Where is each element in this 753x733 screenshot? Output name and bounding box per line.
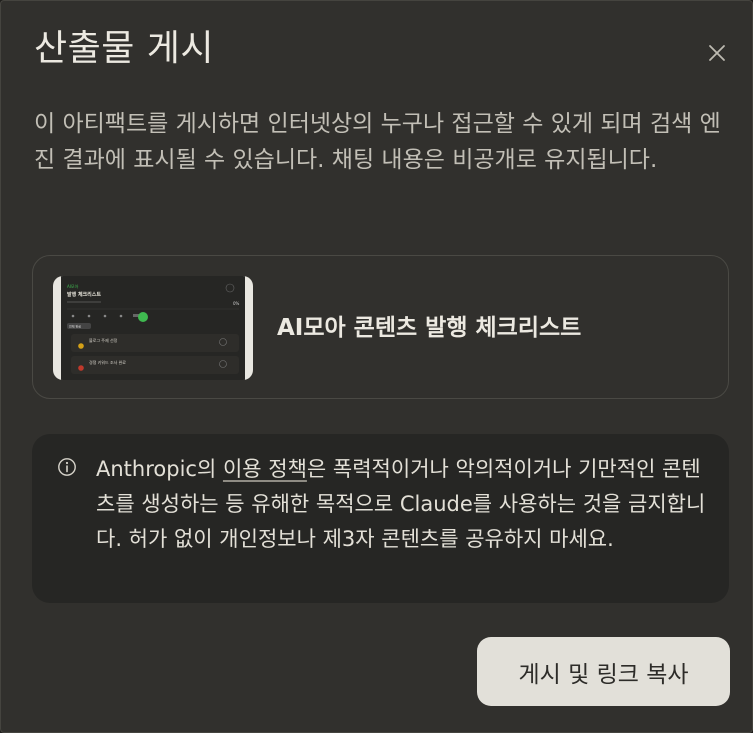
close-button[interactable] [701, 37, 733, 69]
usage-policy-link[interactable]: 이용 정책 [223, 457, 307, 481]
thumbnail-row1: 블로그 주제 선정 [89, 337, 118, 343]
info-icon [58, 458, 76, 476]
close-icon [709, 45, 725, 61]
dialog-description: 이 아티팩트를 게시하면 인터넷상의 누구나 접근할 수 있게 되며 검색 엔진… [34, 111, 721, 173]
thumbnail-row2: 경쟁 키워드 조사 완료 [89, 359, 126, 365]
dialog-title: 산출물 게시 [34, 28, 215, 69]
thumbnail-percent: 0% [233, 301, 240, 306]
thumbnail-header-tag: AI모아 [67, 283, 79, 289]
thumbnail-preview-graphic: AI모아 발행 체크리스트 0% 전체 완료 블로그 주제 선정 경쟁 키워드 … [65, 280, 240, 374]
artifact-thumbnail: AI모아 발행 체크리스트 0% 전체 완료 블로그 주제 선정 경쟁 키워드 … [53, 276, 253, 380]
thumbnail-heading: 발행 체크리스트 [67, 291, 101, 298]
policy-notice: Anthropic의 이용 정책은 폭력적이거나 악의적이거나 기만적인 콘텐츠… [32, 434, 729, 603]
artifact-title: AI모아 콘텐츠 발행 체크리스트 [277, 315, 582, 341]
thumbnail-chip: 전체 완료 [69, 324, 81, 329]
publish-dialog: 산출물 게시 이 아티팩트를 게시하면 인터넷상의 누구나 접근할 수 있게 되… [0, 0, 753, 733]
notice-text-before: Anthropic의 [96, 457, 223, 481]
thumbnail-screen: AI모아 발행 체크리스트 0% 전체 완료 블로그 주제 선정 경쟁 키워드 … [61, 276, 245, 380]
artifact-card[interactable]: AI모아 발행 체크리스트 0% 전체 완료 블로그 주제 선정 경쟁 키워드 … [32, 255, 729, 399]
policy-notice-text: Anthropic의 이용 정책은 폭력적이거나 악의적이거나 기만적인 콘텐츠… [96, 452, 716, 557]
publish-copy-link-button[interactable]: 게시 및 링크 복사 [477, 637, 730, 706]
